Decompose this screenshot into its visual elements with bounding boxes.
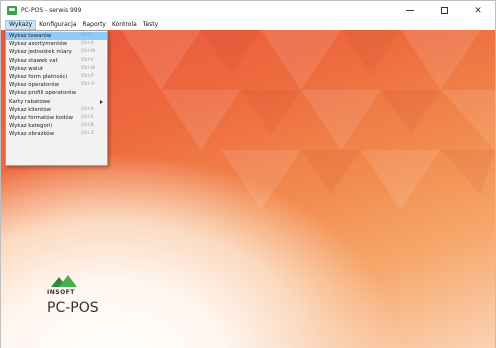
menu-item-label: Wykaz kategorii xyxy=(9,123,52,130)
menu-item-wykaz-obrazkow[interactable]: Wykaz obrazków Ctrl-Z xyxy=(6,130,107,138)
window-title: PC-POS - serwis 999 xyxy=(21,7,82,14)
submenu-arrow-icon xyxy=(100,99,103,104)
menu-item-karty-rabatowe[interactable]: Karty rabatowe xyxy=(6,98,107,106)
minimize-icon xyxy=(406,10,414,11)
menu-item-label: Wykaz jednostek miary xyxy=(9,49,72,56)
menu-item-shortcut: Ctrl-M xyxy=(81,49,95,55)
menu-wykazy[interactable]: Wykazy xyxy=(5,20,37,30)
title-bar: PC-POS - serwis 999 ✕ xyxy=(1,1,495,20)
menu-item-wykaz-formatow-kodow[interactable]: Wykaz formatów kodów Ctrl-E xyxy=(6,114,107,122)
wykazy-dropdown-menu: Wykaz towarów Ctrl-T Wykaz asortymentów … xyxy=(5,30,108,166)
menu-kontrola[interactable]: Kontrola xyxy=(109,20,140,30)
menu-item-shortcut: Ctrl-W xyxy=(81,65,96,71)
menu-item-wykaz-asortymentow[interactable]: Wykaz asortymentów Ctrl-A xyxy=(6,40,107,48)
menu-konfiguracja[interactable]: Konfiguracja xyxy=(36,20,79,30)
menu-item-wykaz-kategorii[interactable]: Wykaz kategorii Ctrl-B xyxy=(6,122,107,130)
menu-item-label: Wykaz klientów xyxy=(9,106,51,113)
menu-item-label: Wykaz asortymentów xyxy=(9,41,68,48)
menu-item-wykaz-profili-operatorow[interactable]: Wykaz profili operatorów xyxy=(6,89,107,97)
menu-item-wykaz-klientow[interactable]: Wykaz klientów Ctrl-K xyxy=(6,106,107,114)
menu-item-label: Wykaz form płatności xyxy=(9,73,67,80)
menu-raporty[interactable]: Raporty xyxy=(79,20,109,30)
menu-item-shortcut: Ctrl-K xyxy=(81,106,94,112)
window-controls: ✕ xyxy=(393,1,495,20)
menu-item-label: Wykaz formatów kodów xyxy=(9,114,74,121)
app-icon xyxy=(7,6,17,15)
menu-item-label: Wykaz obrazków xyxy=(9,131,55,138)
menu-testy[interactable]: Testy xyxy=(140,20,161,30)
menu-item-wykaz-stawek-vat[interactable]: Wykaz stawek vat Ctrl-V xyxy=(6,57,107,65)
close-icon: ✕ xyxy=(474,5,482,16)
maximize-button[interactable] xyxy=(427,1,461,20)
logo-product: PC-POS xyxy=(47,300,99,316)
menu-item-shortcut: Ctrl-V xyxy=(81,57,94,63)
menu-item-label: Wykaz walut xyxy=(9,65,44,72)
menu-item-label: Wykaz profili operatorów xyxy=(9,90,76,97)
menu-item-label: Wykaz stawek vat xyxy=(9,57,58,64)
menu-item-shortcut: Ctrl-O xyxy=(81,82,95,88)
menu-item-wykaz-walut[interactable]: Wykaz walut Ctrl-W xyxy=(6,65,107,73)
menu-item-wykaz-form-platnosci[interactable]: Wykaz form płatności Ctrl-P xyxy=(6,73,107,81)
menu-item-shortcut: Ctrl-B xyxy=(81,123,94,129)
menu-item-shortcut: Ctrl-Z xyxy=(81,131,94,137)
menu-item-label: Wykaz operatorów xyxy=(9,82,60,89)
maximize-icon xyxy=(440,7,448,14)
menu-item-label: Karty rabatowe xyxy=(9,98,51,105)
menu-bar: Wykazy Konfiguracja Raporty Kontrola Tes… xyxy=(1,20,495,30)
menu-item-shortcut: Ctrl-E xyxy=(81,114,94,120)
insoft-logo: INSOFT PC-POS xyxy=(47,275,99,316)
app-window: PC-POS - serwis 999 ✕ Wykazy Konfiguracj… xyxy=(0,0,496,348)
menu-item-label: Wykaz towarów xyxy=(9,33,52,39)
close-button[interactable]: ✕ xyxy=(461,1,495,20)
menu-item-shortcut: Ctrl-A xyxy=(81,41,94,47)
insoft-logo-icon xyxy=(51,275,77,287)
logo-brand: INSOFT xyxy=(47,289,75,296)
menu-item-wykaz-jednostek-miary[interactable]: Wykaz jednostek miary Ctrl-M xyxy=(6,48,107,56)
menu-item-shortcut: Ctrl-T xyxy=(81,33,94,38)
minimize-button[interactable] xyxy=(393,1,427,20)
menu-item-shortcut: Ctrl-P xyxy=(81,73,94,79)
menu-item-wykaz-operatorow[interactable]: Wykaz operatorów Ctrl-O xyxy=(6,81,107,89)
menu-item-wykaz-towarow[interactable]: Wykaz towarów Ctrl-T xyxy=(6,32,107,41)
